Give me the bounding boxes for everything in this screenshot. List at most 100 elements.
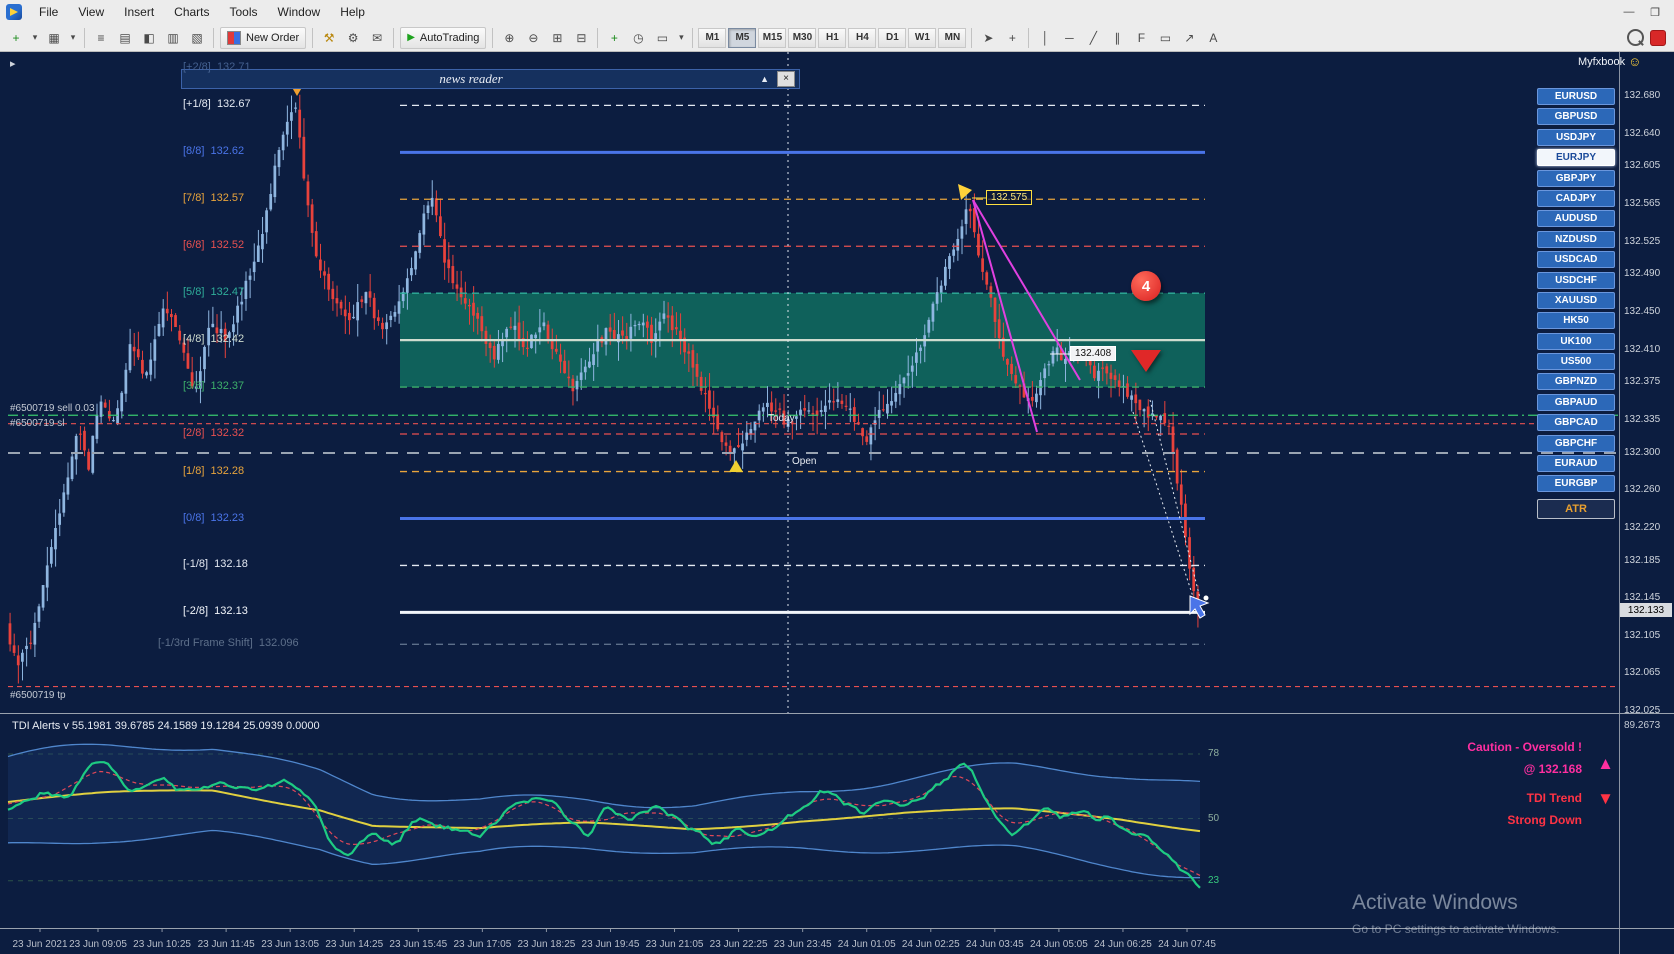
symbol-button-eurgbp[interactable]: EURGBP bbox=[1537, 475, 1615, 493]
activate-windows-watermark: Activate Windows bbox=[1352, 891, 1518, 914]
time-axis-label: 23 Jun 14:25 bbox=[325, 939, 384, 950]
menu-item-window[interactable]: Window bbox=[269, 2, 330, 22]
navigator-icon[interactable]: ◧ bbox=[138, 26, 160, 49]
data-window-icon[interactable]: ▤ bbox=[114, 26, 136, 49]
timeframe-m1-button[interactable]: M1 bbox=[698, 27, 727, 48]
symbol-button-gbpcad[interactable]: GBPCAD bbox=[1537, 414, 1615, 432]
templates-caret-icon[interactable]: ▾ bbox=[675, 26, 688, 49]
crosshair-icon[interactable]: + bbox=[1001, 26, 1024, 49]
atr-button[interactable]: ATR bbox=[1537, 498, 1615, 519]
tdi-trend-label: TDI Trend bbox=[1526, 791, 1582, 805]
arrows-icon[interactable]: ↗ bbox=[1178, 26, 1201, 49]
window-restore-button[interactable]: ❐ bbox=[1646, 6, 1664, 19]
market-watch-icon[interactable]: ≡ bbox=[90, 26, 112, 49]
symbol-button-eurjpy[interactable]: EURJPY bbox=[1537, 149, 1615, 167]
trendline-icon[interactable]: ╱ bbox=[1082, 26, 1105, 49]
menu-item-charts[interactable]: Charts bbox=[165, 2, 218, 22]
symbol-button-gbpusd[interactable]: GBPUSD bbox=[1537, 108, 1615, 126]
time-axis-label: 23 Jun 11:45 bbox=[197, 939, 255, 950]
cascade-windows-icon[interactable]: ⊟ bbox=[570, 26, 593, 49]
autotrading-button[interactable]: ▶ AutoTrading bbox=[400, 26, 487, 49]
symbol-button-gbpnzd[interactable]: GBPNZD bbox=[1537, 373, 1615, 391]
zoom-out-icon[interactable]: ⊖ bbox=[522, 26, 545, 49]
toolbar-separator bbox=[971, 27, 973, 48]
cursor-icon[interactable]: ➤ bbox=[977, 26, 1000, 49]
collapse-icon[interactable]: ▲ bbox=[760, 74, 769, 84]
new-chart-caret-icon[interactable]: ▾ bbox=[29, 26, 41, 49]
mailbox-icon[interactable]: ✉ bbox=[366, 26, 389, 49]
timeframe-h4-button[interactable]: H4 bbox=[848, 27, 877, 48]
horizontal-line-icon[interactable]: ─ bbox=[1058, 26, 1081, 49]
symbol-button-cadjpy[interactable]: CADJPY bbox=[1537, 189, 1615, 207]
timeframe-m15-button[interactable]: M15 bbox=[758, 27, 787, 48]
brand-icon[interactable] bbox=[1650, 29, 1666, 46]
new-order-button[interactable]: New Order bbox=[220, 26, 307, 49]
symbol-button-usdcad[interactable]: USDCAD bbox=[1537, 251, 1615, 269]
timeframe-mn-button[interactable]: MN bbox=[938, 27, 967, 48]
symbol-button-uk100[interactable]: UK100 bbox=[1537, 332, 1615, 350]
smiley-icon: ☺ bbox=[1628, 54, 1642, 69]
profiles-icon[interactable]: ▦ bbox=[43, 26, 65, 49]
murrey-level-label: [+1/8] 132.67 bbox=[183, 98, 251, 111]
news-reader-panel[interactable]: news reader ▲ × bbox=[181, 69, 800, 89]
menu-item-help[interactable]: Help bbox=[331, 2, 374, 22]
timeframe-d1-button[interactable]: D1 bbox=[878, 27, 907, 48]
price-axis[interactable] bbox=[1619, 52, 1674, 954]
chart-canvas[interactable] bbox=[0, 0, 1674, 954]
symbol-button-hk50[interactable]: HK50 bbox=[1537, 312, 1615, 330]
strategy-tester-icon[interactable]: ▧ bbox=[186, 26, 208, 49]
symbol-button-usdchf[interactable]: USDCHF bbox=[1537, 271, 1615, 289]
symbol-button-gbpjpy[interactable]: GBPJPY bbox=[1537, 169, 1615, 187]
zoom-in-icon[interactable]: ⊕ bbox=[498, 26, 521, 49]
price-axis-label: 132.640 bbox=[1624, 127, 1661, 139]
fibonacci-icon[interactable]: F bbox=[1130, 26, 1153, 49]
indicators-icon[interactable]: + bbox=[603, 26, 626, 49]
toolbar-separator bbox=[312, 27, 314, 48]
timeframe-m30-button[interactable]: M30 bbox=[788, 27, 817, 48]
symbol-button-xauusd[interactable]: XAUUSD bbox=[1537, 291, 1615, 309]
symbol-button-eurusd[interactable]: EURUSD bbox=[1537, 88, 1615, 105]
symbol-button-gbpaud[interactable]: GBPAUD bbox=[1537, 393, 1615, 411]
murrey-level-label: [+2/8] 132.71 bbox=[183, 60, 251, 73]
profiles-caret-icon[interactable]: ▾ bbox=[67, 26, 79, 49]
menu-item-file[interactable]: File bbox=[30, 2, 67, 22]
new-chart-icon[interactable]: + bbox=[5, 26, 27, 49]
murrey-level-label: [8/8] 132.62 bbox=[183, 145, 245, 158]
menu-item-view[interactable]: View bbox=[69, 2, 113, 22]
price-axis-label: 132.145 bbox=[1624, 592, 1661, 604]
timeframe-w1-button[interactable]: W1 bbox=[908, 27, 937, 48]
terminal-icon[interactable]: ▥ bbox=[162, 26, 184, 49]
price-tag-high[interactable]: 132.575 bbox=[986, 190, 1033, 205]
indicator-axis-max: 89.2673 bbox=[1624, 720, 1661, 731]
shapes-icon[interactable]: ▭ bbox=[1154, 26, 1177, 49]
periods-icon[interactable]: ◷ bbox=[627, 26, 650, 49]
menu-item-tools[interactable]: Tools bbox=[221, 2, 267, 22]
session-open-line[interactable] bbox=[8, 452, 1619, 454]
price-axis-label: 132.105 bbox=[1624, 629, 1661, 641]
options-icon[interactable]: ⚙ bbox=[342, 26, 365, 49]
vertical-line-icon[interactable]: │ bbox=[1034, 26, 1057, 49]
symbol-button-us500[interactable]: US500 bbox=[1537, 353, 1615, 371]
search-icon[interactable] bbox=[1627, 29, 1644, 46]
equidistant-channel-icon[interactable]: ∥ bbox=[1106, 26, 1129, 49]
symbol-button-nzdusd[interactable]: NZDUSD bbox=[1537, 230, 1615, 248]
mt4-window: File View Insert Charts Tools Window Help — ❐ … bbox=[0, 0, 1674, 954]
tile-windows-icon[interactable]: ⊞ bbox=[546, 26, 569, 49]
text-icon[interactable]: A bbox=[1202, 26, 1225, 49]
metaeditor-icon[interactable]: ⚒ bbox=[318, 26, 341, 49]
symbol-button-usdjpy[interactable]: USDJPY bbox=[1537, 128, 1615, 146]
chart-indicator-separator[interactable] bbox=[0, 713, 1674, 714]
price-tag-mid[interactable]: 132.408 bbox=[1070, 346, 1117, 361]
symbol-button-euraud[interactable]: EURAUD bbox=[1537, 455, 1615, 473]
templates-icon[interactable]: ▭ bbox=[651, 26, 674, 49]
window-minimize-button[interactable]: — bbox=[1620, 6, 1638, 19]
timeframe-m5-button[interactable]: M5 bbox=[728, 27, 757, 48]
wave-count-badge[interactable]: 4 bbox=[1131, 271, 1161, 301]
tdi-caution-label: Caution - Oversold ! bbox=[1467, 740, 1582, 754]
close-icon[interactable]: × bbox=[777, 71, 795, 87]
symbol-button-gbpchf[interactable]: GBPCHF bbox=[1537, 434, 1615, 452]
open-label: Open bbox=[792, 456, 817, 467]
menu-item-insert[interactable]: Insert bbox=[115, 2, 163, 22]
timeframe-h1-button[interactable]: H1 bbox=[818, 27, 847, 48]
symbol-button-audusd[interactable]: AUDUSD bbox=[1537, 210, 1615, 228]
